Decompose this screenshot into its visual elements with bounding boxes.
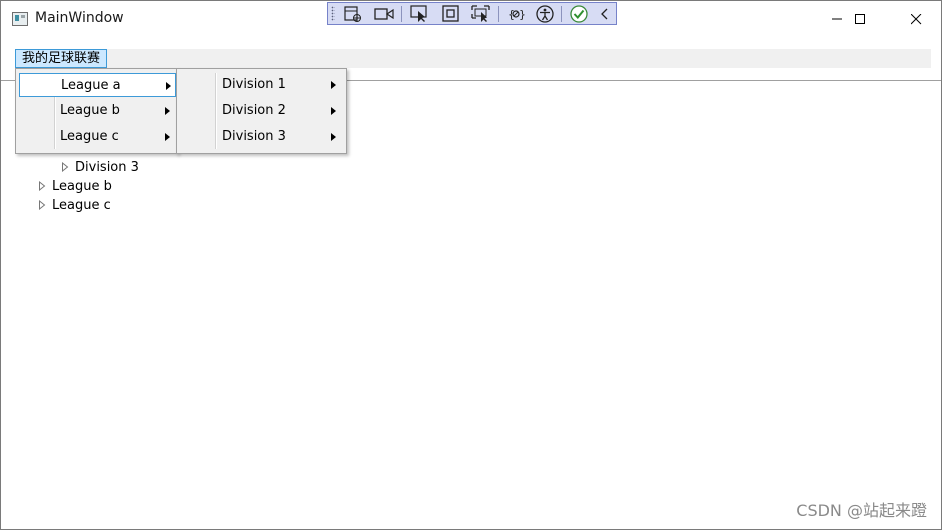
hot-reload-ok-icon[interactable] xyxy=(569,5,589,23)
visual-tree-icon[interactable] xyxy=(343,5,363,23)
expander-icon[interactable] xyxy=(38,199,52,210)
tree-item-label: League c xyxy=(52,198,111,213)
divisions-submenu: Division 1 Division 2 Division 3 xyxy=(176,68,347,154)
tree-item-league-c[interactable]: League c xyxy=(38,196,111,215)
submenu-arrow-icon xyxy=(331,107,336,115)
svg-text:}: } xyxy=(519,8,526,21)
select-element-icon[interactable] xyxy=(410,5,430,23)
app-icon xyxy=(12,12,28,26)
expander-icon[interactable] xyxy=(38,180,52,191)
xaml-debug-toolbar: {} xyxy=(327,2,617,25)
watermark: CSDN @站起来蹬 xyxy=(796,501,927,520)
close-button[interactable] xyxy=(893,1,939,37)
tree-item-label: League b xyxy=(52,179,112,194)
maximize-button[interactable] xyxy=(837,1,883,37)
leagues-submenu: League a League b League c xyxy=(15,68,178,154)
collapse-icon[interactable] xyxy=(598,5,618,23)
menu-item-league-c[interactable]: League c xyxy=(19,125,176,149)
menu-item-division-2[interactable]: Division 2 xyxy=(180,99,345,123)
menu-item-division-3[interactable]: Division 3 xyxy=(180,125,345,149)
menu-bar: 我的足球联赛 xyxy=(15,49,931,68)
submenu-arrow-icon xyxy=(165,133,170,141)
submenu-arrow-icon xyxy=(166,82,171,90)
maximize-icon xyxy=(855,14,865,24)
track-focused-icon[interactable] xyxy=(471,5,491,23)
accessibility-icon[interactable] xyxy=(535,5,555,23)
binding-failures-icon[interactable]: {} xyxy=(506,5,526,23)
menu-item-league-b[interactable]: League b xyxy=(19,99,176,123)
submenu-arrow-icon xyxy=(331,133,336,141)
window-title: MainWindow xyxy=(35,10,124,26)
main-window: MainWindow {} 我的足球联赛 Division 3 League b… xyxy=(0,0,942,530)
menu-item-division-1[interactable]: Division 1 xyxy=(180,73,345,97)
menu-item-league-a[interactable]: League a xyxy=(19,73,176,97)
expander-icon[interactable] xyxy=(61,161,75,172)
menu-my-football-leagues[interactable]: 我的足球联赛 xyxy=(15,49,108,68)
close-icon xyxy=(911,14,922,25)
tree-item-division-3[interactable]: Division 3 xyxy=(61,158,139,177)
submenu-arrow-icon xyxy=(331,81,336,89)
display-layout-adorners-icon[interactable] xyxy=(441,5,461,23)
submenu-arrow-icon xyxy=(165,107,170,115)
svg-text:{: { xyxy=(508,8,515,21)
tree-item-label: Division 3 xyxy=(75,160,139,175)
toolbar-grip[interactable] xyxy=(331,6,335,21)
tree-item-league-b[interactable]: League b xyxy=(38,177,112,196)
record-icon[interactable] xyxy=(374,5,394,23)
